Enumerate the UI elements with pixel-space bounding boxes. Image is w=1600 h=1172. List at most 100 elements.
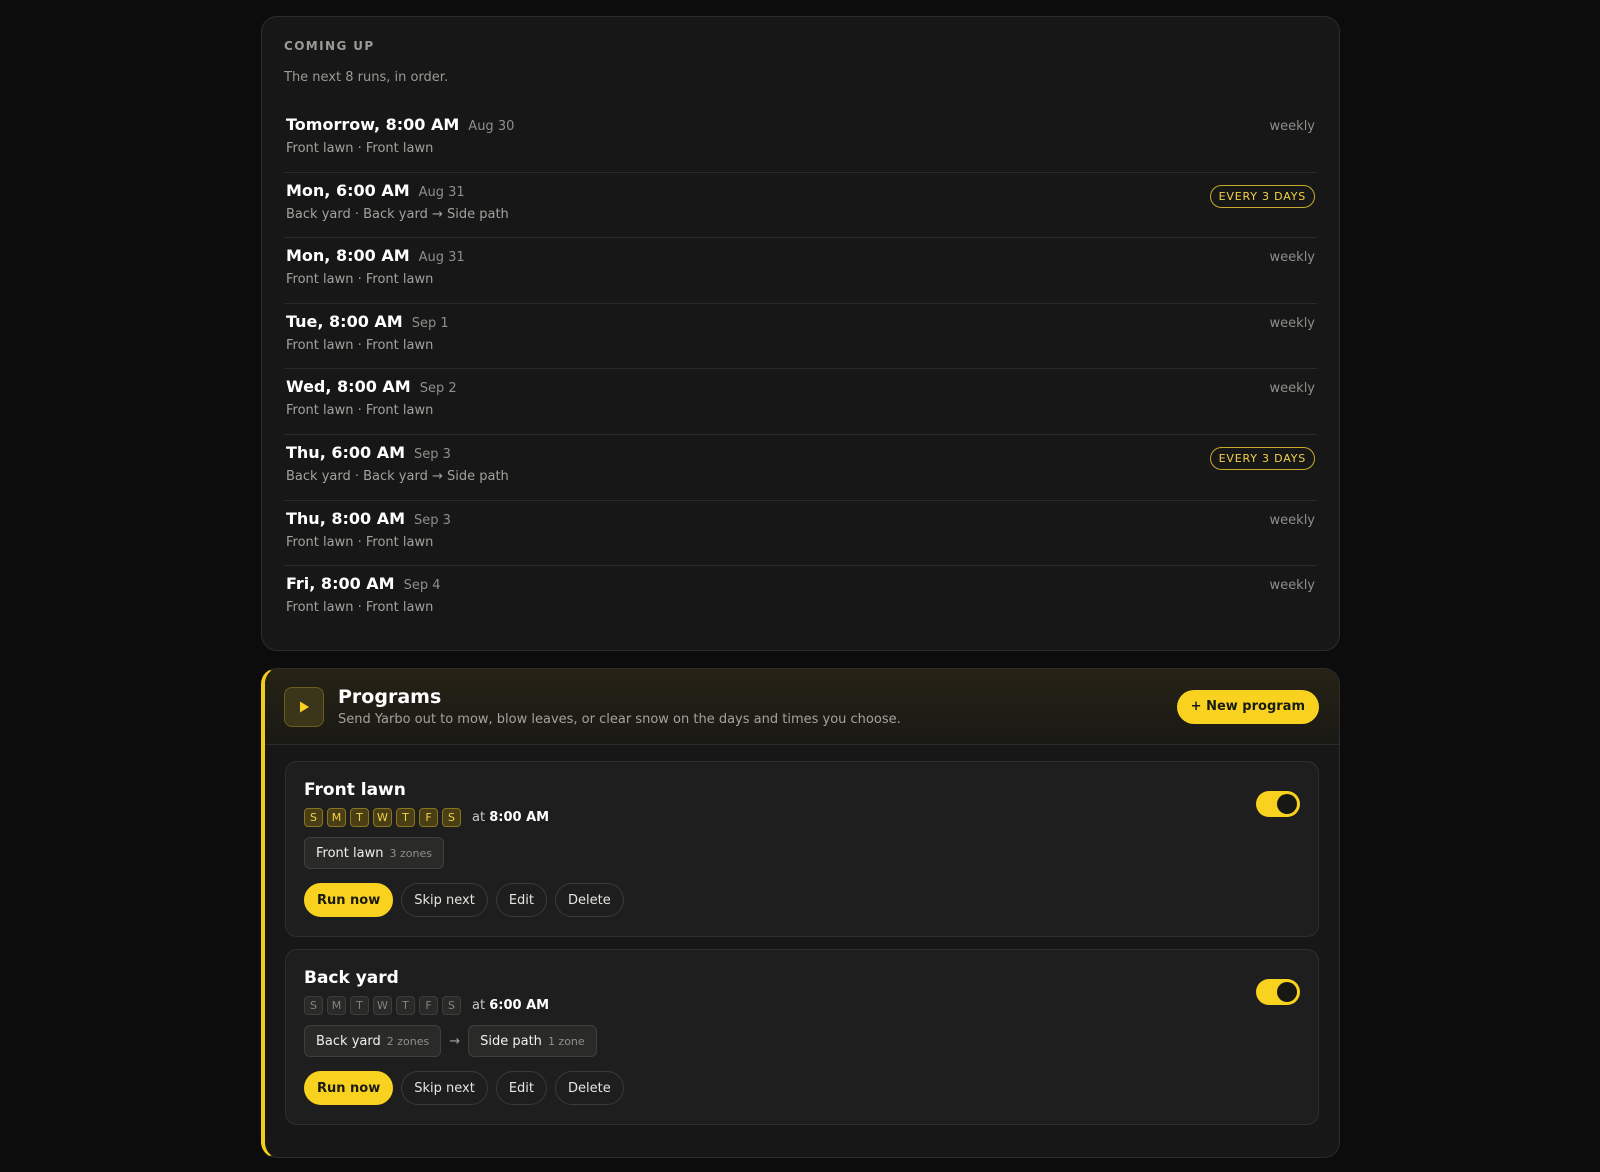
zone-list: Back yard 2 zones → Side path 1 zone: [304, 1025, 1300, 1057]
zone-chip: Back yard 2 zones: [304, 1025, 442, 1057]
program-actions: Run now Skip next Edit Delete: [304, 1071, 1300, 1105]
run-time: Fri, 8:00 AM: [286, 574, 395, 594]
run-description: Back yard · Back yard → Side path: [286, 468, 509, 484]
run-description: Front lawn · Front lawn: [286, 534, 434, 550]
day-chip: S: [442, 996, 461, 1015]
run-date: Sep 3: [414, 446, 451, 462]
run-frequency: weekly: [1269, 315, 1315, 331]
run-description: Front lawn · Front lawn: [286, 600, 434, 616]
list-item: Tue, 8:00 AM Sep 1 Front lawn · Front la…: [284, 304, 1317, 370]
run-date: Sep 1: [411, 315, 449, 331]
run-frequency: weekly: [1269, 250, 1315, 266]
zone-count: 3 zones: [389, 846, 432, 860]
programs-title: Programs: [338, 686, 442, 708]
day-chip: M: [327, 996, 346, 1015]
zone-count: 2 zones: [386, 1034, 430, 1048]
day-chips: S M T W T F S: [304, 996, 461, 1015]
run-description: Front lawn · Front lawn: [286, 403, 434, 419]
runs-list: Tomorrow, 8:00 AM Aug 30 Front lawn · Fr…: [284, 107, 1317, 632]
run-time: Thu, 8:00 AM: [286, 508, 406, 528]
zone-name: Side path: [480, 1033, 542, 1049]
list-item: Thu, 8:00 AM Sep 3 Front lawn · Front la…: [284, 501, 1317, 567]
day-chip: T: [396, 996, 415, 1015]
zone-list: Front lawn 3 zones: [304, 837, 1300, 869]
list-item: Wed, 8:00 AM Sep 2 Front lawn · Front la…: [284, 369, 1317, 435]
day-chip: M: [327, 808, 346, 827]
program-schedule: S M T W T F S at 8:00 AM: [304, 808, 1300, 827]
program-enabled-toggle[interactable]: [1256, 791, 1300, 817]
new-program-button[interactable]: + New program: [1176, 689, 1319, 724]
run-frequency: weekly: [1269, 381, 1315, 397]
coming-up-card: COMING UP The next 8 runs, in order. Tom…: [261, 16, 1340, 651]
zone-name: Back yard: [316, 1033, 381, 1049]
list-item: Tomorrow, 8:00 AM Aug 30 Front lawn · Fr…: [284, 107, 1317, 173]
run-frequency: weekly: [1269, 512, 1315, 528]
program-card-front-lawn: Front lawn S M T W T F S at 8:00 AM Fron…: [285, 761, 1319, 937]
frequency-badge: EVERY 3 DAYS: [1209, 446, 1315, 470]
day-chip: F: [419, 996, 438, 1015]
day-chip: T: [350, 996, 369, 1015]
zone-arrow-icon: →: [449, 1033, 461, 1049]
run-time: Mon, 8:00 AM: [286, 246, 410, 266]
run-description: Front lawn · Front lawn: [286, 337, 434, 353]
run-date: Sep 4: [403, 578, 441, 594]
day-chip: W: [373, 996, 392, 1015]
run-time: Tue, 8:00 AM: [286, 311, 403, 331]
toggle-knob: [1277, 794, 1297, 814]
program-name: Front lawn: [304, 780, 406, 800]
run-description: Front lawn · Front lawn: [286, 272, 434, 288]
program-card-back-yard: Back yard S M T W T F S at 6:00 AM Back …: [285, 949, 1319, 1125]
day-chips: S M T W T F S: [304, 808, 461, 827]
day-chip: W: [373, 808, 392, 827]
frequency-badge: EVERY 3 DAYS: [1209, 184, 1315, 208]
day-chip: F: [419, 808, 438, 827]
day-chip: T: [396, 808, 415, 827]
coming-up-title: COMING UP: [284, 39, 375, 53]
run-now-button[interactable]: Run now: [304, 1071, 394, 1105]
run-time: Mon, 6:00 AM: [286, 180, 410, 200]
run-date: Sep 3: [414, 512, 451, 528]
list-item: Mon, 8:00 AM Aug 31 Front lawn · Front l…: [284, 238, 1317, 304]
programs-subtitle: Send Yarbo out to mow, blow leaves, or c…: [338, 712, 901, 727]
skip-next-button[interactable]: Skip next: [401, 1071, 488, 1105]
program-enabled-toggle[interactable]: [1256, 979, 1300, 1005]
play-icon: [284, 686, 324, 727]
day-chip: T: [350, 808, 369, 827]
zone-count: 1 zone: [547, 1034, 585, 1048]
run-description: Front lawn · Front lawn: [286, 141, 434, 156]
zone-chip: Front lawn 3 zones: [304, 837, 444, 869]
day-chip: S: [304, 996, 323, 1015]
run-time: Thu, 6:00 AM: [286, 442, 406, 462]
program-actions: Run now Skip next Edit Delete: [304, 883, 1300, 917]
programs-card: Programs Send Yarbo out to mow, blow lea…: [261, 668, 1340, 1158]
run-time: Tomorrow, 8:00 AM: [286, 115, 460, 134]
day-chip: S: [304, 808, 323, 827]
skip-next-button[interactable]: Skip next: [401, 883, 488, 917]
day-chip: S: [442, 808, 461, 827]
toggle-knob: [1277, 982, 1297, 1002]
run-date: Aug 31: [418, 184, 465, 200]
delete-button[interactable]: Delete: [555, 883, 624, 917]
run-description: Back yard · Back yard → Side path: [286, 206, 509, 222]
program-schedule: S M T W T F S at 6:00 AM: [304, 996, 1300, 1015]
programs-header: Programs Send Yarbo out to mow, blow lea…: [265, 669, 1339, 745]
edit-button[interactable]: Edit: [495, 883, 548, 917]
coming-up-subtitle: The next 8 runs, in order.: [284, 70, 449, 85]
program-time: at 6:00 AM: [472, 998, 550, 1013]
delete-button[interactable]: Delete: [555, 1071, 624, 1105]
run-now-button[interactable]: Run now: [304, 883, 394, 917]
edit-button[interactable]: Edit: [495, 1071, 548, 1105]
run-date: Aug 30: [468, 119, 515, 134]
list-item: Fri, 8:00 AM Sep 4 Front lawn · Front la…: [284, 566, 1317, 632]
zone-name: Front lawn: [316, 845, 384, 861]
run-frequency: weekly: [1269, 119, 1315, 134]
list-item: Mon, 6:00 AM Aug 31 Back yard · Back yar…: [284, 173, 1317, 239]
run-frequency: weekly: [1269, 578, 1315, 594]
program-name: Back yard: [304, 968, 399, 988]
run-time: Wed, 8:00 AM: [286, 377, 411, 397]
run-date: Sep 2: [419, 381, 457, 397]
list-item: Thu, 6:00 AM Sep 3 Back yard · Back yard…: [284, 435, 1317, 501]
program-time: at 8:00 AM: [472, 810, 550, 825]
run-date: Aug 31: [418, 250, 465, 266]
zone-chip: Side path 1 zone: [468, 1025, 597, 1057]
